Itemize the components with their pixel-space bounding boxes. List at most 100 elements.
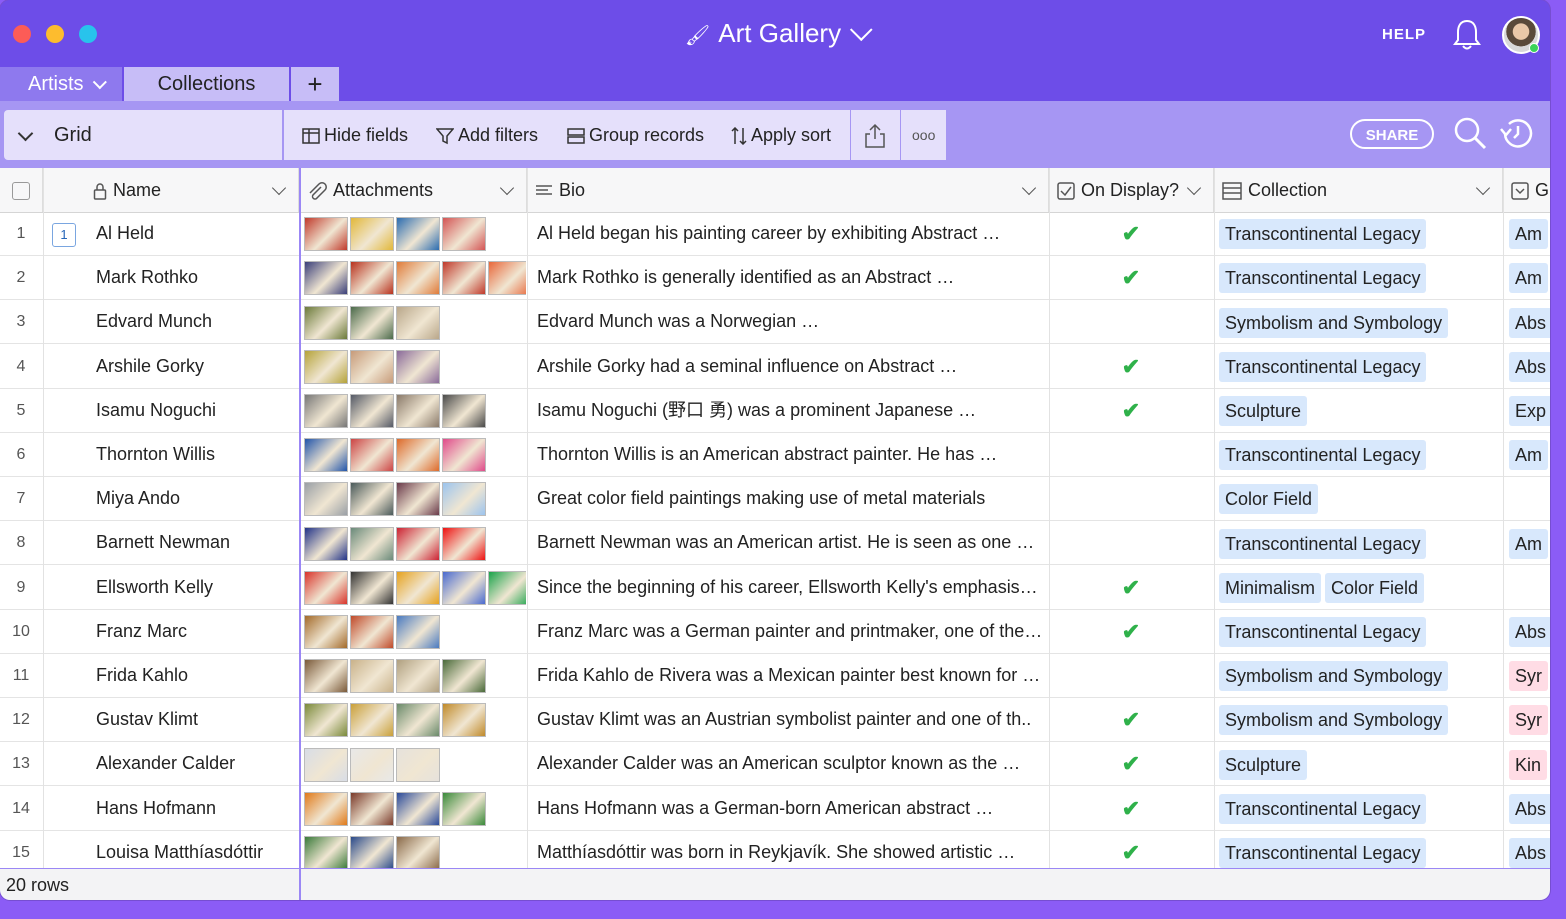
collection-chip[interactable]: Sculpture	[1219, 396, 1308, 427]
attachment-thumbnail[interactable]	[396, 703, 440, 738]
select-chip[interactable]: Am	[1509, 219, 1548, 250]
collection-chip[interactable]: Transcontinental Legacy	[1219, 263, 1427, 294]
attachments-cell[interactable]	[304, 256, 526, 299]
attachment-thumbnail[interactable]	[396, 526, 440, 561]
on-display-cell[interactable]: ✔	[1050, 831, 1212, 868]
select-chip[interactable]: Abs	[1509, 307, 1550, 338]
attachment-thumbnail[interactable]	[350, 836, 394, 868]
attachment-thumbnail[interactable]	[396, 438, 440, 473]
select-all-checkbox[interactable]	[0, 168, 43, 212]
attachment-thumbnail[interactable]	[304, 747, 348, 782]
extra-field-cell[interactable]: Syr	[1509, 698, 1550, 741]
table-row[interactable]: 7 Miya Ando Great color field paintings ma…	[0, 477, 1550, 522]
attachment-thumbnail[interactable]	[304, 438, 348, 473]
add-table-button[interactable]: +	[291, 67, 339, 101]
name-cell[interactable]: Miya Ando	[96, 477, 296, 520]
select-chip[interactable]: Am	[1509, 263, 1548, 294]
attachment-thumbnail[interactable]	[304, 526, 348, 561]
table-row[interactable]: 10 Franz Marc Franz Marc was a German pain…	[0, 610, 1550, 654]
collection-cell[interactable]: Symbolism and Symbology	[1219, 654, 1501, 697]
collection-cell[interactable]: Symbolism and Symbology	[1219, 300, 1501, 343]
bio-cell[interactable]: Great color field paintings making use o…	[537, 477, 1045, 520]
on-display-cell[interactable]	[1050, 521, 1212, 564]
attachment-thumbnail[interactable]	[396, 482, 440, 517]
view-switcher[interactable]: Grid	[4, 110, 282, 160]
attachment-thumbnail[interactable]	[442, 703, 486, 738]
column-header-bio[interactable]: Bio	[527, 168, 1049, 212]
add-filters-button[interactable]: Add filters	[435, 110, 538, 160]
on-display-cell[interactable]	[1050, 433, 1212, 476]
attachment-thumbnail[interactable]	[304, 703, 348, 738]
column-header-collection[interactable]: Collection	[1214, 168, 1503, 212]
column-header-attachments[interactable]: Attachments	[301, 168, 527, 212]
attachment-thumbnail[interactable]	[396, 791, 440, 826]
extra-field-cell[interactable]: Abs	[1509, 345, 1550, 388]
more-options-button[interactable]: ooo	[912, 110, 935, 160]
attachment-thumbnail[interactable]	[304, 615, 348, 650]
attachment-thumbnail[interactable]	[350, 349, 394, 384]
collection-chip[interactable]: Transcontinental Legacy	[1219, 528, 1427, 559]
on-display-cell[interactable]	[1050, 654, 1212, 697]
attachment-thumbnail[interactable]	[396, 394, 440, 429]
select-chip[interactable]: Abs	[1509, 351, 1550, 382]
attachment-thumbnail[interactable]	[304, 217, 348, 252]
attachments-cell[interactable]	[304, 566, 526, 609]
on-display-cell[interactable]	[1050, 477, 1212, 520]
bio-cell[interactable]: Franz Marc was a German painter and prin…	[537, 610, 1045, 653]
collection-chip[interactable]: Color Field	[1219, 484, 1319, 515]
attachments-cell[interactable]	[304, 654, 526, 697]
name-cell[interactable]: Frida Kahlo	[96, 654, 296, 697]
attachment-thumbnail[interactable]	[396, 217, 440, 252]
collection-cell[interactable]: Sculpture	[1219, 742, 1501, 785]
comment-count-badge[interactable]: 1	[52, 223, 76, 247]
on-display-cell[interactable]: ✔	[1050, 610, 1212, 653]
attachment-thumbnail[interactable]	[350, 526, 394, 561]
name-cell[interactable]: Hans Hofmann	[96, 787, 296, 830]
attachment-thumbnail[interactable]	[304, 791, 348, 826]
table-row[interactable]: 9 Ellsworth Kelly Since the beginning of h…	[0, 566, 1550, 610]
name-cell[interactable]: Louisa Matthíasdóttir	[96, 831, 296, 868]
attachment-thumbnail[interactable]	[304, 836, 348, 868]
attachments-cell[interactable]	[304, 698, 526, 741]
on-display-cell[interactable]: ✔	[1050, 566, 1212, 609]
name-cell[interactable]: Al Held	[96, 212, 296, 255]
tab-artists[interactable]: Artists	[0, 67, 122, 101]
bio-cell[interactable]: Mark Rothko is generally identified as a…	[537, 256, 1045, 299]
attachment-thumbnail[interactable]	[442, 438, 486, 473]
attachment-thumbnail[interactable]	[396, 261, 440, 296]
collection-cell[interactable]: Sculpture	[1219, 389, 1501, 432]
collection-chip[interactable]: Transcontinental Legacy	[1219, 617, 1427, 648]
attachment-thumbnail[interactable]	[442, 261, 486, 296]
extra-field-cell[interactable]: Syr	[1509, 654, 1550, 697]
attachment-thumbnail[interactable]	[304, 349, 348, 384]
extra-field-cell[interactable]: Abs	[1509, 787, 1550, 830]
attachment-thumbnail[interactable]	[304, 659, 348, 694]
collection-cell[interactable]: Transcontinental Legacy	[1219, 787, 1501, 830]
extra-field-cell[interactable]: Exp	[1509, 389, 1550, 432]
name-cell[interactable]: Thornton Willis	[96, 433, 296, 476]
collection-cell[interactable]: Color Field	[1219, 477, 1501, 520]
attachment-thumbnail[interactable]	[442, 217, 486, 252]
collection-cell[interactable]: Transcontinental Legacy	[1219, 256, 1501, 299]
extra-field-cell[interactable]: Am	[1509, 433, 1550, 476]
attachment-thumbnail[interactable]	[396, 836, 440, 868]
attachment-thumbnail[interactable]	[442, 394, 486, 429]
extra-field-cell[interactable]: Am	[1509, 256, 1550, 299]
name-cell[interactable]: Mark Rothko	[96, 256, 296, 299]
on-display-cell[interactable]: ✔	[1050, 742, 1212, 785]
extra-field-cell[interactable]: Abs	[1509, 300, 1550, 343]
hide-fields-button[interactable]: Hide fields	[302, 110, 408, 160]
attachment-thumbnail[interactable]	[350, 438, 394, 473]
search-icon[interactable]	[1452, 115, 1488, 151]
attachments-cell[interactable]	[304, 477, 526, 520]
table-row[interactable]: 14 Hans Hofmann Hans Hofmann was a German-…	[0, 787, 1550, 831]
collection-chip[interactable]: Transcontinental Legacy	[1219, 219, 1427, 250]
attachment-thumbnail[interactable]	[396, 349, 440, 384]
name-cell[interactable]: Isamu Noguchi	[96, 389, 296, 432]
select-chip[interactable]: Exp	[1509, 396, 1550, 427]
on-display-cell[interactable]: ✔	[1050, 345, 1212, 388]
extra-field-cell[interactable]: Am	[1509, 212, 1550, 255]
table-row[interactable]: 13 Alexander Calder Alexander Calder was a…	[0, 742, 1550, 787]
table-row[interactable]: 3 Edvard Munch Edvard Munch was a Norwegia…	[0, 300, 1550, 345]
group-records-button[interactable]: Group records	[567, 110, 704, 160]
